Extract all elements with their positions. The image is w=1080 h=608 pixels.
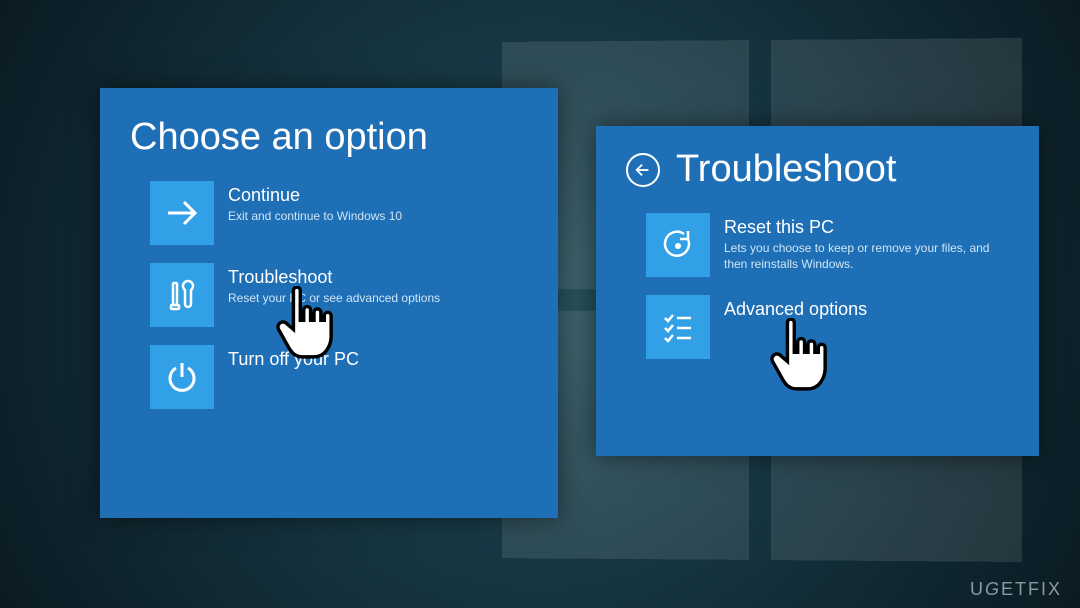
reset-icon xyxy=(646,213,710,277)
option-desc: Reset your PC or see advanced options xyxy=(228,290,440,306)
page-title: Choose an option xyxy=(130,116,528,159)
list-icon xyxy=(646,295,710,359)
option-troubleshoot[interactable]: Troubleshoot Reset your PC or see advanc… xyxy=(150,263,528,327)
arrow-right-icon xyxy=(150,181,214,245)
option-label: Turn off your PC xyxy=(228,349,359,370)
option-advanced[interactable]: Advanced options xyxy=(646,295,1009,359)
option-desc: Exit and continue to Windows 10 xyxy=(228,208,402,224)
option-label: Reset this PC xyxy=(724,217,1004,238)
page-title: Troubleshoot xyxy=(676,148,896,191)
choose-option-panel: Choose an option Continue Exit and conti… xyxy=(100,88,558,518)
options-list: Reset this PC Lets you choose to keep or… xyxy=(626,213,1009,359)
option-label: Advanced options xyxy=(724,299,867,320)
power-icon xyxy=(150,345,214,409)
watermark: UGETFIX xyxy=(970,579,1062,600)
back-button[interactable] xyxy=(626,153,660,187)
option-label: Troubleshoot xyxy=(228,267,440,288)
option-continue[interactable]: Continue Exit and continue to Windows 10 xyxy=(150,181,528,245)
troubleshoot-panel: Troubleshoot Reset this PC Lets you choo… xyxy=(596,126,1039,456)
options-list: Continue Exit and continue to Windows 10… xyxy=(130,181,528,409)
option-reset-pc[interactable]: Reset this PC Lets you choose to keep or… xyxy=(646,213,1009,277)
tools-icon xyxy=(150,263,214,327)
option-label: Continue xyxy=(228,185,402,206)
option-desc: Lets you choose to keep or remove your f… xyxy=(724,240,1004,272)
option-turnoff[interactable]: Turn off your PC xyxy=(150,345,528,409)
